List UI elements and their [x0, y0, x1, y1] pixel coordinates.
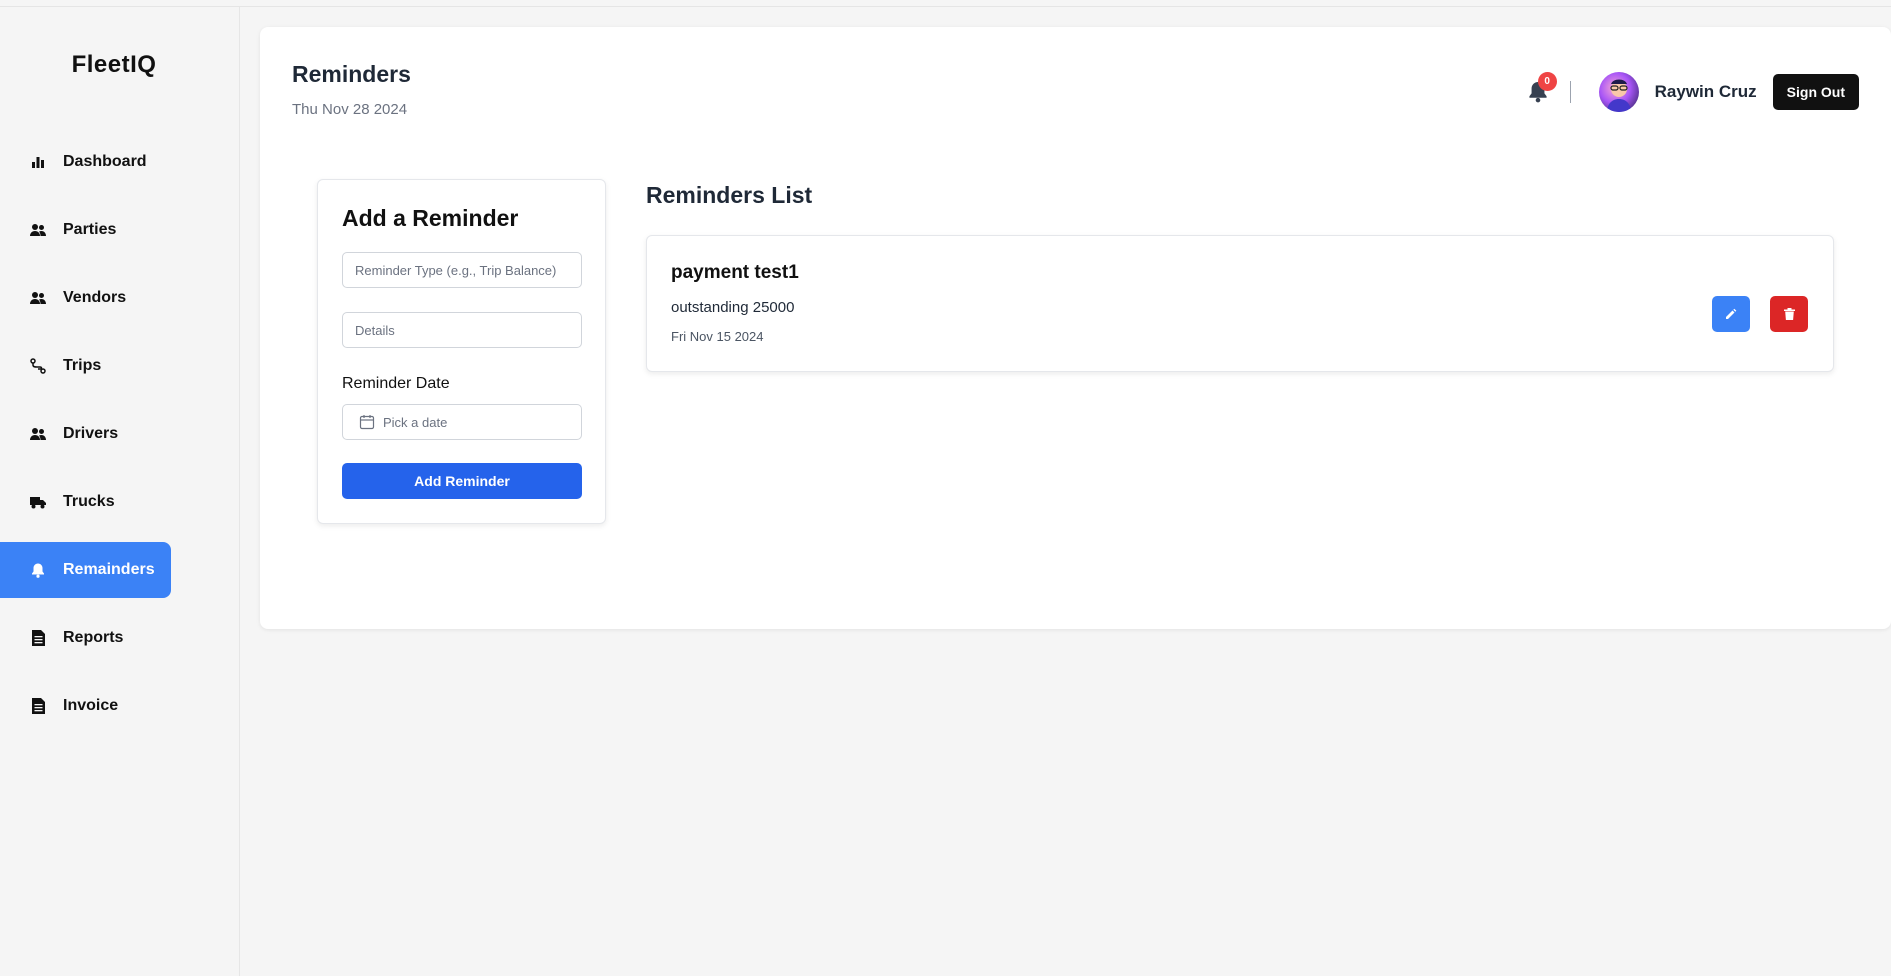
sidebar-item-label: Parties [63, 221, 117, 238]
truck-icon [30, 494, 46, 510]
main-panel: Reminders Thu Nov 28 2024 0 Raywin Cruz … [260, 27, 1891, 629]
sidebar-item-trucks[interactable]: Trucks [0, 474, 171, 530]
sidebar-item-invoice[interactable]: Invoice [0, 678, 171, 734]
reminder-date: Fri Nov 15 2024 [671, 329, 764, 344]
sign-out-button[interactable]: Sign Out [1772, 74, 1859, 110]
bar-chart-icon [30, 154, 46, 170]
add-reminder-button[interactable]: Add Reminder [342, 463, 582, 499]
details-input[interactable] [342, 312, 582, 348]
sidebar-item-reports[interactable]: Reports [0, 610, 171, 666]
page-date: Thu Nov 28 2024 [292, 101, 408, 118]
route-icon [30, 358, 46, 374]
notifications-button[interactable]: 0 [1526, 72, 1557, 104]
add-reminder-card: Add a Reminder Reminder Date Pick a date… [317, 179, 606, 524]
sidebar-item-label: Vendors [63, 289, 127, 306]
sidebar-item-label: Trips [63, 357, 102, 374]
sidebar-item-label: Trucks [63, 493, 115, 510]
calendar-icon [359, 414, 375, 430]
reminders-list-title: Reminders List [646, 182, 813, 208]
sidebar-item-label: Dashboard [63, 153, 147, 170]
reminder-details: outstanding 25000 [671, 299, 795, 316]
reminder-type-input[interactable] [342, 252, 582, 288]
pencil-icon [1726, 308, 1737, 319]
sidebar-item-label: Invoice [63, 697, 119, 714]
divider [1569, 81, 1571, 103]
sidebar-item-vendors[interactable]: Vendors [0, 270, 171, 326]
edit-reminder-button[interactable] [1712, 296, 1750, 332]
add-reminder-title: Add a Reminder [342, 205, 519, 231]
trash-icon [1783, 308, 1795, 320]
user-name: Raywin Cruz [1654, 82, 1757, 101]
brand-logo[interactable]: FleetIQ [0, 51, 228, 79]
sidebar-item-dashboard[interactable]: Dashboard [0, 134, 171, 190]
sidebar-item-trips[interactable]: Trips [0, 338, 171, 394]
sidebar-item-parties[interactable]: Parties [0, 202, 171, 258]
avatar[interactable] [1598, 72, 1639, 112]
users-icon [30, 426, 46, 442]
date-placeholder: Pick a date [383, 414, 448, 430]
user-header: 0 Raywin Cruz Sign Out [1526, 72, 1859, 112]
reminder-date-picker[interactable]: Pick a date [342, 404, 582, 440]
sidebar-item-label: Remainders [63, 561, 155, 578]
users-icon [30, 222, 46, 238]
document-icon [30, 630, 46, 646]
reminder-type: payment test1 [671, 262, 799, 283]
sidebar-item-remainders[interactable]: Remainders [0, 542, 171, 598]
sidebar-item-label: Drivers [63, 425, 119, 442]
sidebar: FleetIQ Dashboard Parties Vendors Trips [0, 7, 240, 976]
top-border [0, 0, 1891, 7]
document-icon [30, 698, 46, 714]
bell-icon [30, 562, 46, 578]
sidebar-item-drivers[interactable]: Drivers [0, 406, 171, 462]
reminder-item: payment test1 outstanding 25000 Fri Nov … [646, 235, 1834, 372]
delete-reminder-button[interactable] [1770, 296, 1808, 332]
reminder-date-label: Reminder Date [342, 375, 450, 392]
page-title: Reminders [292, 61, 411, 87]
notification-count-badge: 0 [1537, 72, 1557, 91]
users-icon [30, 290, 46, 306]
sidebar-item-label: Reports [63, 629, 124, 646]
